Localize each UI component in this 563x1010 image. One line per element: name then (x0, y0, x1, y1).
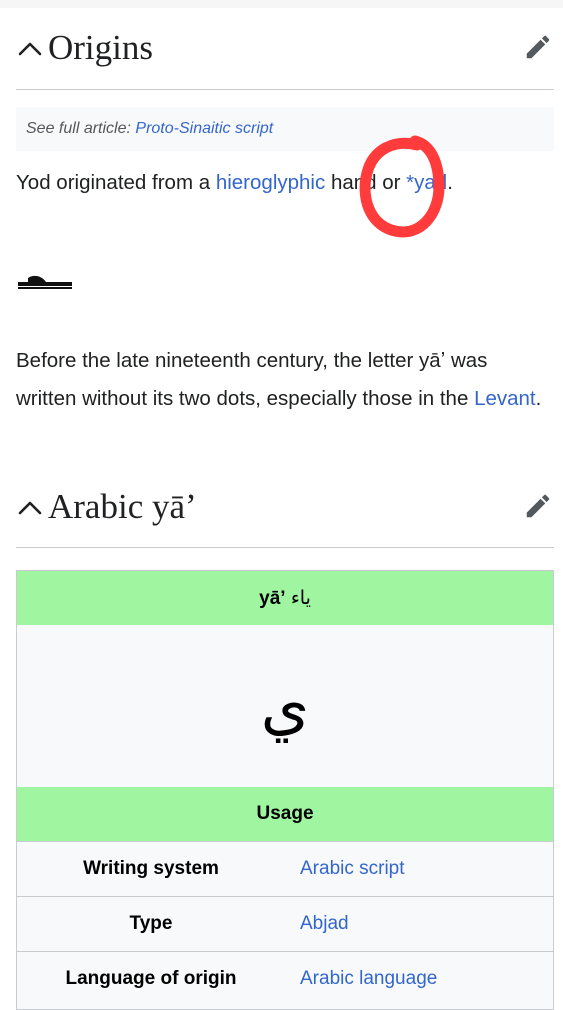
row-value-link[interactable]: Arabic language (300, 952, 437, 1006)
paragraph-text: . (535, 387, 542, 410)
row-value-link[interactable]: Arabic script (300, 842, 405, 896)
infobox-title-latin: yāʼ (259, 588, 286, 609)
hatnote-link[interactable]: Proto-Sinaitic script (135, 120, 273, 137)
letter-image: ي (17, 627, 553, 787)
usage-header: Usage (17, 787, 553, 841)
section-header-origins[interactable]: Origins (0, 18, 563, 78)
paragraph-text: Yod originated from a (16, 171, 216, 194)
hieroglyph-hand-image (18, 275, 72, 289)
link-levant[interactable]: Levant (474, 387, 536, 410)
section-header-arabic-ya[interactable]: Arabic yāʼ (0, 477, 563, 537)
red-circle-annotation (359, 135, 445, 238)
chevron-up-icon[interactable] (16, 18, 44, 78)
infobox: yāʼ ياء ي Usage Writing system Arabic sc… (16, 570, 554, 1010)
row-label: Writing system (83, 858, 219, 879)
hatnote: See full article: Proto-Sinaitic script (16, 107, 554, 151)
row-label: Language of origin (65, 968, 237, 989)
paragraph-text: Before the late nineteenth century, the … (16, 349, 488, 410)
row-label: Type (129, 913, 173, 934)
infobox-title: yāʼ ياء (17, 571, 553, 625)
hatnote-prefix: See full article: (26, 120, 136, 137)
section-divider (16, 89, 554, 90)
paragraph-origin: Yod originated from a hieroglyphic hand … (16, 164, 546, 202)
section-divider (16, 547, 554, 548)
edit-pencil-icon[interactable] (523, 32, 553, 62)
paragraph-text: . (447, 171, 453, 194)
infobox-row: Writing system Arabic script (17, 841, 553, 895)
section-title: Arabic yāʼ (48, 487, 197, 526)
browser-top-strip (0, 0, 563, 8)
chevron-up-icon[interactable] (16, 477, 44, 537)
edit-pencil-icon[interactable] (523, 491, 553, 521)
infobox-row: Language of origin Arabic language (17, 951, 553, 1005)
row-value-link[interactable]: Abjad (300, 897, 349, 951)
infobox-title-arabic: ياء (290, 587, 311, 609)
link-hieroglyphic[interactable]: hieroglyphic (216, 171, 325, 194)
infobox-row: Type Abjad (17, 896, 553, 950)
section-title: Origins (48, 28, 153, 67)
paragraph-dots: Before the late nineteenth century, the … (16, 342, 546, 418)
